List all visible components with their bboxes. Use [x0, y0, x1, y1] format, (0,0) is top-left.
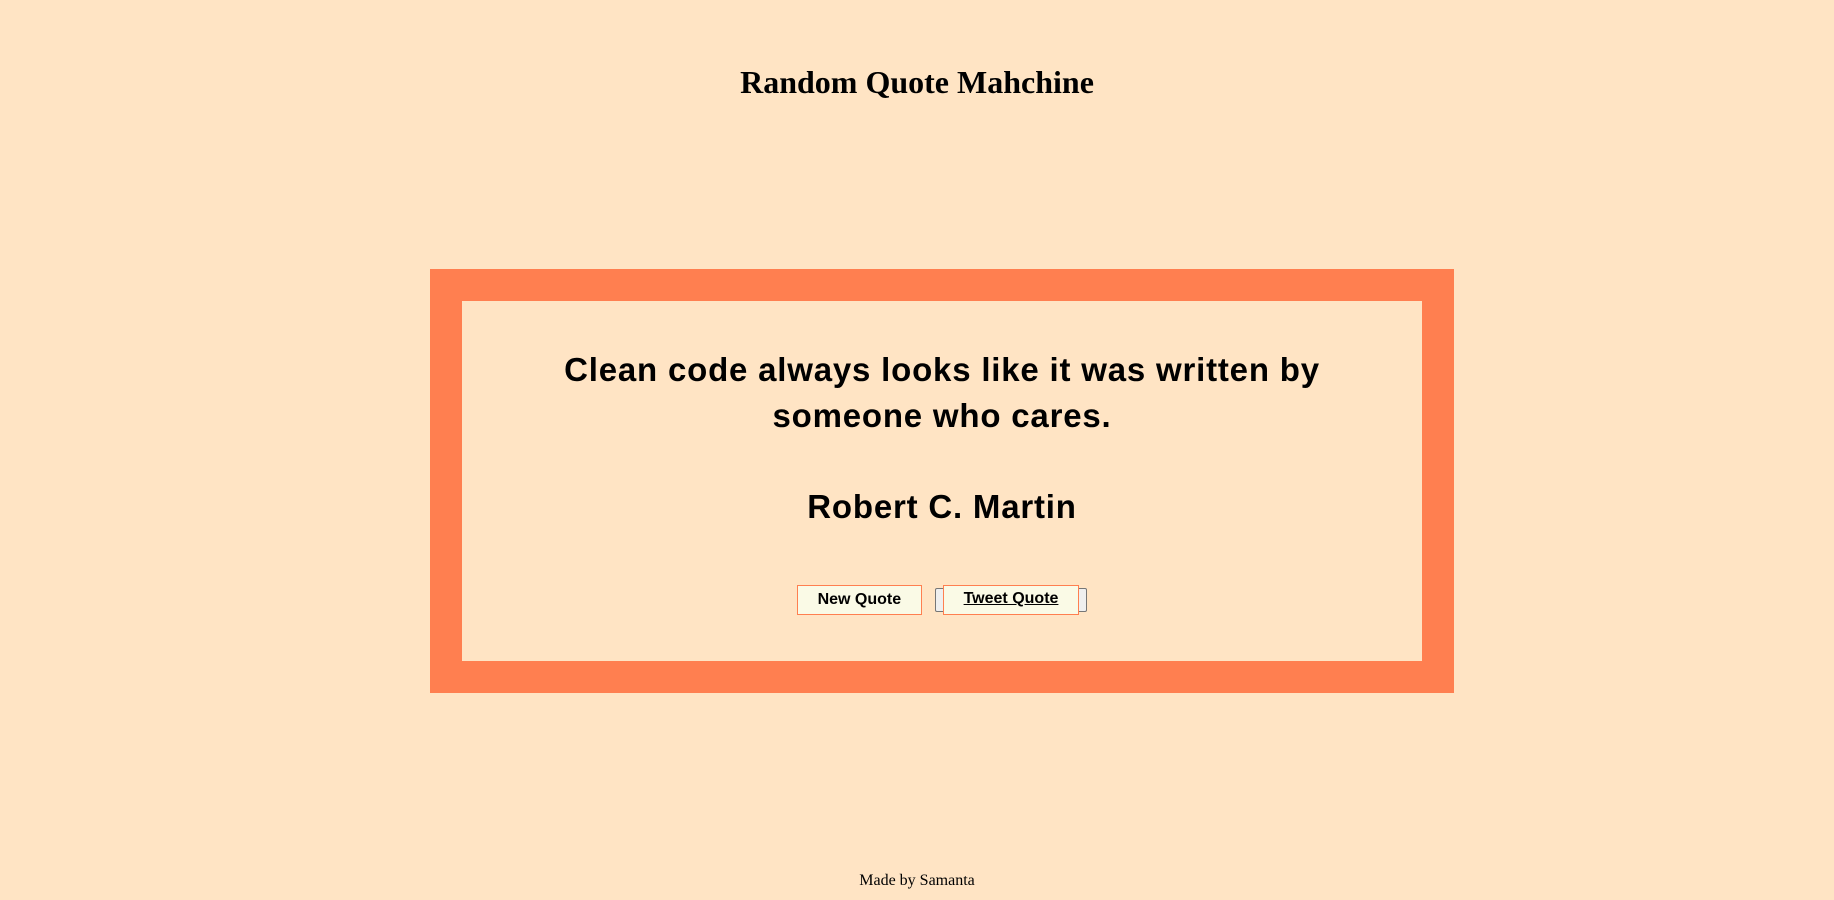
quote-box: Clean code always looks like it was writ… [430, 269, 1454, 693]
tweet-quote-link[interactable]: Tweet Quote [942, 585, 1080, 615]
quote-author: Robert C. Martin [807, 488, 1077, 525]
footer-credit: Made by Samanta [859, 872, 975, 889]
quote-text: Clean code always looks like it was writ… [564, 351, 1320, 434]
tweet-quote-button[interactable]: Tweet Quote [934, 585, 1088, 615]
page-title: Random Quote Mahchine [740, 64, 1094, 100]
new-quote-button[interactable]: New Quote [796, 585, 923, 615]
quote-content: Clean code always looks like it was writ… [462, 301, 1422, 661]
quote-actions: New Quote Tweet Quote [462, 585, 1422, 617]
